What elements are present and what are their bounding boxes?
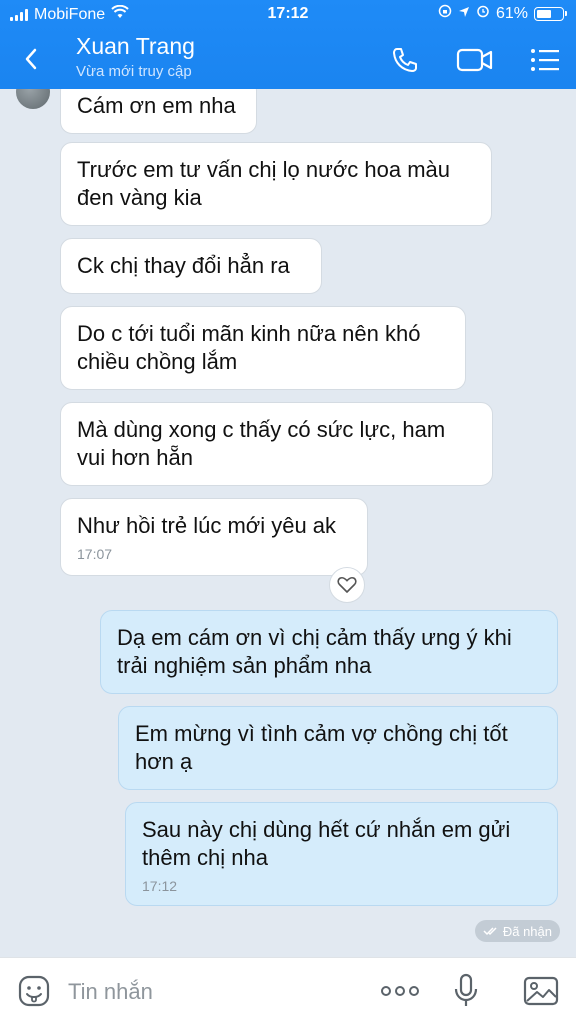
status-bar: MobiFone 17:12 61% <box>0 0 576 30</box>
reaction-button[interactable] <box>329 567 365 603</box>
contact-name[interactable]: Xuan Trang <box>76 33 195 60</box>
message-text: Sau này chị dùng hết cứ nhắn em gửi thêm… <box>142 817 511 870</box>
message-time: 17:07 <box>77 546 113 562</box>
message-text: Ck chị thay đổi hẳn ra <box>77 253 290 278</box>
phone-icon <box>393 48 417 72</box>
sticker-button[interactable] <box>14 971 54 1011</box>
location-icon <box>458 5 470 23</box>
message-text: Mà dùng xong c thấy có sức lực, ham vui … <box>77 417 446 470</box>
message-text: Như hồi trẻ lúc mới yêu ak <box>77 513 337 538</box>
menu-list-icon <box>531 49 559 71</box>
video-call-icon <box>456 48 493 72</box>
battery-icon <box>534 6 567 21</box>
image-icon <box>523 976 559 1006</box>
more-options-button[interactable] <box>380 971 420 1011</box>
message-text: Em mừng vì tình cảm vợ chồng chị tốt hơn… <box>135 721 508 774</box>
delivery-status-badge: Đã nhận <box>474 920 560 942</box>
message-input[interactable] <box>66 976 360 1008</box>
more-dots-icon <box>381 986 419 996</box>
status-right: 61% <box>438 4 567 23</box>
message-bubble-incoming[interactable]: Do c tới tuổi mãn kinh nữa nên khó chiều… <box>60 306 466 390</box>
alarm-icon <box>476 4 490 23</box>
message-input-bar <box>0 957 576 1024</box>
message-bubble-incoming[interactable]: Cám ơn em nha <box>60 89 257 134</box>
heart-outline-icon <box>337 576 357 593</box>
message-bubble-incoming[interactable]: Mà dùng xong c thấy có sức lực, ham vui … <box>60 402 493 486</box>
double-check-icon <box>483 927 497 936</box>
chat-menu-button[interactable] <box>525 40 565 80</box>
battery-percent: 61% <box>495 4 528 22</box>
chat-header: MobiFone 17:12 61% Xuan Trang Vừa mới tr… <box>0 0 576 89</box>
message-bubble-incoming[interactable]: Như hồi trẻ lúc mới yêu ak 17:07 <box>60 498 368 576</box>
sticker-icon <box>18 975 50 1007</box>
microphone-icon <box>454 973 478 1006</box>
delivery-status-text: Đã nhận <box>502 923 552 939</box>
voice-message-button[interactable] <box>446 971 486 1011</box>
message-text: Dạ em cám ơn vì chị cảm thấy ưng ý khi t… <box>117 625 512 678</box>
message-time: 17:12 <box>142 878 178 894</box>
message-bubble-incoming[interactable]: Ck chị thay đổi hẳn ra <box>60 238 322 294</box>
voice-call-button[interactable] <box>385 40 425 80</box>
battery-fill <box>537 9 551 18</box>
message-text: Trước em tư vấn chị lọ nước hoa màu đen … <box>77 157 451 210</box>
avatar[interactable] <box>16 89 50 109</box>
orientation-lock-icon <box>438 4 452 23</box>
message-bubble-incoming[interactable]: Trước em tư vấn chị lọ nước hoa màu đen … <box>60 142 492 226</box>
message-bubble-outgoing[interactable]: Sau này chị dùng hết cứ nhắn em gửi thêm… <box>125 802 558 906</box>
contact-status: Vừa mới truy cập <box>76 63 192 80</box>
message-bubble-outgoing[interactable]: Em mừng vì tình cảm vợ chồng chị tốt hơn… <box>118 706 558 790</box>
back-chevron-icon <box>25 48 37 70</box>
message-bubble-outgoing[interactable]: Dạ em cám ơn vì chị cảm thấy ưng ý khi t… <box>100 610 558 694</box>
message-text: Do c tới tuổi mãn kinh nữa nên khó chiều… <box>77 321 421 374</box>
video-call-button[interactable] <box>455 40 495 80</box>
message-list[interactable]: Cám ơn em nha Trước em tư vấn chị lọ nướ… <box>0 89 576 957</box>
back-button[interactable] <box>14 42 48 76</box>
message-text: Cám ơn em nha <box>77 93 236 118</box>
send-image-button[interactable] <box>521 971 561 1011</box>
